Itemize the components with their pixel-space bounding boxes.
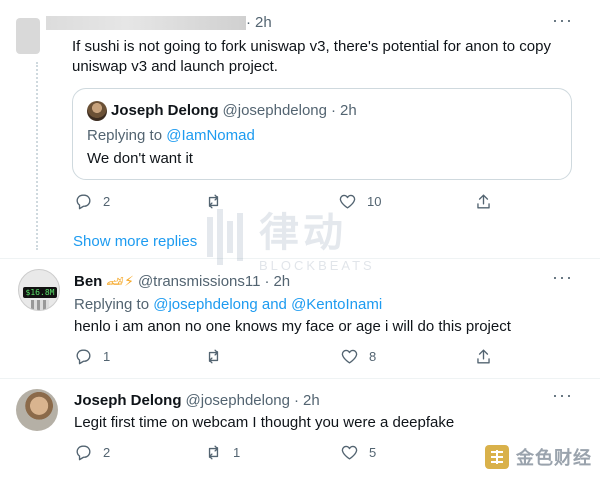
blurred-author-name: [46, 16, 246, 30]
heart-icon: [341, 445, 358, 460]
reply-icon: [76, 445, 91, 461]
retweet-button[interactable]: [204, 192, 233, 211]
share-icon: [477, 194, 490, 209]
corner-brand-watermark: 金色财经: [484, 444, 592, 470]
tweet-3-header: Joseph Delong @josephdelong · 2h: [74, 392, 320, 409]
quote-author-name[interactable]: Joseph Delong: [111, 102, 219, 119]
more-options-icon[interactable]: ···: [552, 267, 573, 288]
quote-replying-prefix: Replying to: [87, 127, 163, 144]
like-button[interactable]: 10: [338, 192, 381, 211]
reply-icon: [76, 194, 91, 210]
share-button[interactable]: [474, 347, 493, 366]
ben-name[interactable]: Ben: [74, 273, 102, 290]
reply-count: 2: [103, 194, 111, 209]
joseph-avatar[interactable]: [16, 389, 58, 431]
tweet-2: $16.8M Ben 🏎⚡ @transmissions11 · 2h ··· …: [0, 259, 600, 377]
quote-mention[interactable]: @IamNomad: [166, 127, 255, 144]
share-button[interactable]: [474, 192, 493, 211]
like-button[interactable]: 8: [340, 347, 376, 366]
tweet-3-dot: ·: [294, 392, 299, 409]
thread-line: [36, 62, 38, 250]
brand-logo-icon: [485, 445, 509, 469]
quote-timestamp[interactable]: 2h: [340, 102, 357, 119]
quote-dot: ·: [331, 102, 336, 119]
quote-replying-to: Replying to @IamNomad: [87, 127, 255, 144]
tweet-1-time: · 2h: [246, 14, 272, 31]
tweet-3-text: Legit first time on webcam I thought you…: [74, 414, 455, 431]
retweet-button[interactable]: 1: [204, 443, 240, 462]
tweet-1-timestamp[interactable]: 2h: [255, 14, 272, 31]
tweet-2-text: henlo i am anon no one knows my face or …: [74, 318, 511, 335]
reply-icon: [76, 349, 91, 365]
avatar-pixel-face: [31, 300, 49, 310]
avatar-price-label: $16.8M: [25, 288, 55, 297]
quoted-tweet[interactable]: Joseph Delong @josephdelong · 2h Replyin…: [72, 88, 572, 180]
heart-icon: [339, 194, 356, 209]
quote-author-handle[interactable]: @josephdelong: [223, 102, 327, 119]
like-button[interactable]: 5: [340, 443, 376, 462]
mention-kentoinami[interactable]: @KentoInami: [291, 296, 382, 313]
joseph-name[interactable]: Joseph Delong: [74, 392, 182, 409]
ben-handle[interactable]: @transmissions11: [138, 273, 261, 290]
mention-josephdelong[interactable]: @josephdelong: [153, 296, 257, 313]
ben-emoji: 🏎⚡: [106, 273, 134, 289]
retweet-icon: [208, 349, 219, 364]
heart-icon: [341, 349, 358, 364]
reply-button[interactable]: 2: [74, 192, 110, 211]
retweet-count: 1: [233, 445, 241, 460]
mention-and: and: [261, 296, 287, 313]
like-count: 10: [367, 194, 382, 209]
show-more-replies-link[interactable]: Show more replies: [73, 233, 197, 250]
reply-button[interactable]: 1: [74, 347, 110, 366]
tweet-2-timestamp[interactable]: 2h: [273, 273, 290, 290]
joseph-handle[interactable]: @josephdelong: [186, 392, 290, 409]
reply-count: 2: [103, 445, 111, 460]
tweet-2-replying-prefix: Replying to: [74, 296, 150, 313]
tweet-2-replying-to: Replying to @josephdelong and @KentoInam…: [74, 296, 382, 313]
blurred-avatar: [16, 18, 40, 54]
more-options-icon[interactable]: ···: [552, 385, 573, 406]
retweet-icon: [208, 445, 219, 460]
quote-header: Joseph Delong @josephdelong · 2h: [111, 102, 357, 119]
tweet-1-dot: ·: [246, 14, 251, 31]
corner-brand-text: 金色财经: [516, 448, 592, 468]
tweet-2-header: Ben 🏎⚡ @transmissions11 · 2h: [74, 273, 290, 290]
quote-avatar: [87, 101, 107, 121]
like-count: 8: [369, 349, 377, 364]
share-icon: [477, 349, 490, 364]
retweet-button[interactable]: [204, 347, 233, 366]
more-options-icon[interactable]: ···: [552, 10, 573, 31]
tweet-1-text: If sushi is not going to fork uniswap v3…: [72, 38, 551, 75]
ben-avatar[interactable]: $16.8M: [18, 269, 60, 311]
retweet-icon: [208, 194, 219, 209]
reply-count: 1: [103, 349, 111, 364]
tweet-1: · 2h ··· If sushi is not going to fork u…: [0, 0, 600, 250]
tweet-2-dot: ·: [264, 273, 270, 290]
reply-button[interactable]: 2: [74, 443, 110, 462]
like-count: 5: [369, 445, 377, 460]
tweet-3-timestamp[interactable]: 2h: [303, 392, 320, 409]
quote-text: We don't want it: [87, 150, 193, 167]
